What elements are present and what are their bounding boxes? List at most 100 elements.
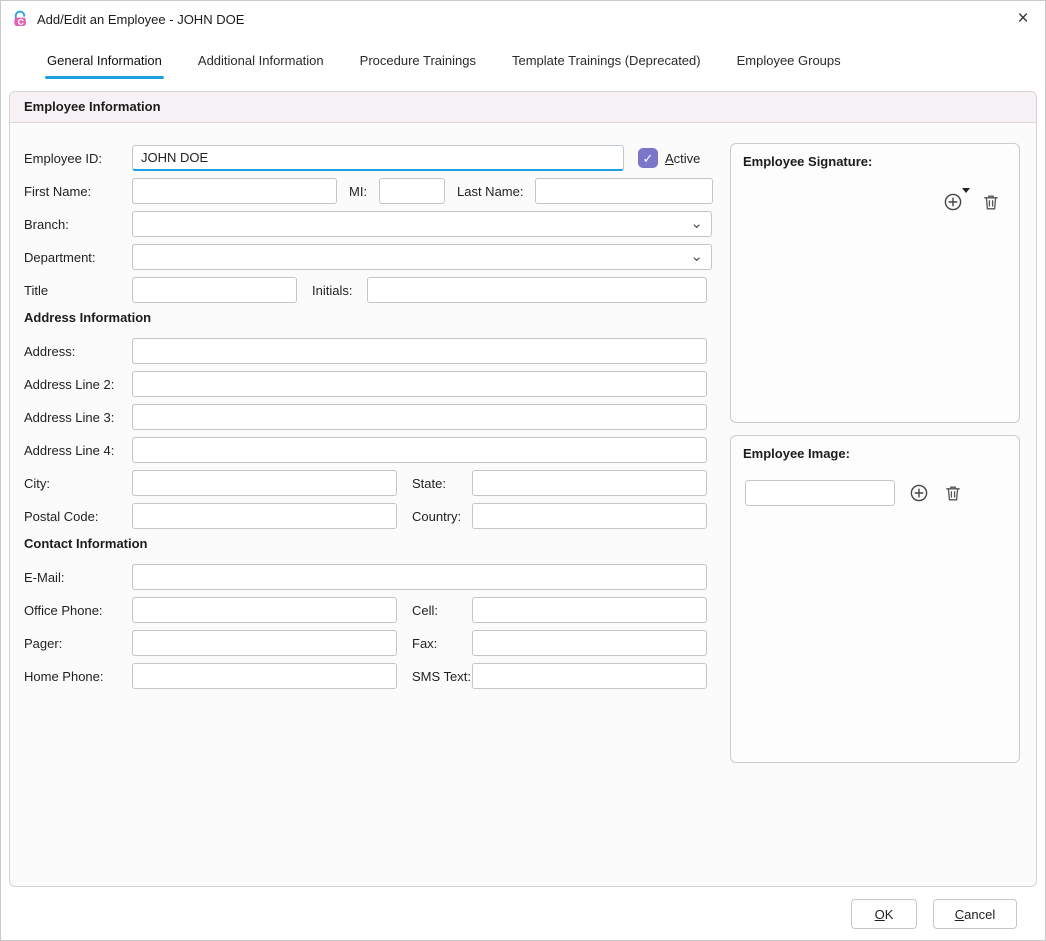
employee-id-row: Employee ID: ✓ Active [24,145,724,171]
department-label: Department: [24,250,132,265]
initials-label: Initials: [312,283,367,298]
address-label: Address: [24,344,132,359]
home-phone-sms-row: Home Phone: SMS Text: [24,663,724,689]
employee-information-header: Employee Information [10,92,1036,123]
address-line-3-row: Address Line 3: [24,404,724,430]
pager-fax-row: Pager: Fax: [24,630,724,656]
state-input[interactable] [472,470,707,496]
sms-text-label: SMS Text: [412,669,472,684]
employee-id-label: Employee ID: [24,151,132,166]
department-input[interactable] [132,244,712,270]
mi-input[interactable] [379,178,445,204]
office-phone-input[interactable] [132,597,397,623]
employee-image-path-input[interactable] [745,480,895,506]
branch-row: Branch: ⌄ [24,211,724,237]
fax-input[interactable] [472,630,707,656]
home-phone-input[interactable] [132,663,397,689]
first-name-input[interactable] [132,178,337,204]
office-phone-label: Office Phone: [24,603,132,618]
cell-label: Cell: [412,603,472,618]
pager-input[interactable] [132,630,397,656]
footer-button-bar: OK Cancel [851,899,1017,929]
country-label: Country: [412,509,472,524]
employee-image-panel: Employee Image: [730,435,1020,763]
address-line-3-input[interactable] [132,404,707,430]
add-image-icon[interactable] [909,483,929,503]
ok-button-label: OK [875,907,894,922]
city-label: City: [24,476,132,491]
state-label: State: [412,476,472,491]
branch-label: Branch: [24,217,132,232]
active-checkbox-label: Active [665,151,700,166]
name-row: First Name: MI: Last Name: [24,178,724,204]
add-signature-dropdown-caret-icon[interactable] [962,188,970,193]
employee-information-groupbox: Employee Information Employee ID: ✓ Acti… [9,91,1037,887]
delete-image-trash-icon[interactable] [943,483,963,503]
city-state-row: City: State: [24,470,724,496]
sms-text-input[interactable] [472,663,707,689]
mi-label: MI: [349,184,379,199]
address-input[interactable] [132,338,707,364]
tab-employee-groups[interactable]: Employee Groups [735,49,843,79]
cancel-button-label: Cancel [955,907,995,922]
add-signature-icon[interactable] [943,192,963,212]
address-information-heading: Address Information [24,310,724,330]
fax-label: Fax: [412,636,472,651]
address-line-2-label: Address Line 2: [24,377,132,392]
app-lock-icon [11,10,29,28]
postal-code-label: Postal Code: [24,509,132,524]
department-row: Department: ⌄ [24,244,724,270]
cancel-button[interactable]: Cancel [933,899,1017,929]
employee-signature-title: Employee Signature: [731,144,1019,169]
country-input[interactable] [472,503,707,529]
image-panel-toolbar [745,480,963,506]
employee-information-body: Employee ID: ✓ Active First Name: MI: [10,123,1036,887]
address-line-4-label: Address Line 4: [24,443,132,458]
tab-procedure-trainings[interactable]: Procedure Trainings [358,49,478,79]
tab-general-information[interactable]: General Information [45,49,164,79]
address-row: Address: [24,338,724,364]
address-line-4-input[interactable] [132,437,707,463]
employee-id-input[interactable] [132,145,624,171]
employee-signature-panel: Employee Signature: [730,143,1020,423]
first-name-label: First Name: [24,184,132,199]
initials-input[interactable] [367,277,707,303]
titlebar: Add/Edit an Employee - JOHN DOE × [1,1,1045,37]
delete-signature-trash-icon[interactable] [981,192,1001,212]
tab-template-trainings-deprecated[interactable]: Template Trainings (Deprecated) [510,49,703,79]
tab-additional-information[interactable]: Additional Information [196,49,326,79]
cell-input[interactable] [472,597,707,623]
email-row: E-Mail: [24,564,724,590]
active-checkbox[interactable]: ✓ [638,148,658,168]
ok-button[interactable]: OK [851,899,917,929]
contact-information-heading: Contact Information [24,536,724,556]
check-icon: ✓ [643,152,654,165]
window-title: Add/Edit an Employee - JOHN DOE [37,12,244,27]
close-icon[interactable]: × [1001,1,1045,37]
address-line-2-row: Address Line 2: [24,371,724,397]
branch-input[interactable] [132,211,712,237]
postal-country-row: Postal Code: Country: [24,503,724,529]
city-input[interactable] [132,470,397,496]
department-combobox[interactable]: ⌄ [132,244,712,270]
signature-panel-toolbar [943,192,1001,212]
address-line-4-row: Address Line 4: [24,437,724,463]
add-edit-employee-dialog: Add/Edit an Employee - JOHN DOE × Genera… [0,0,1046,941]
employee-form: Employee ID: ✓ Active First Name: MI: [24,145,724,696]
last-name-label: Last Name: [457,184,535,199]
title-label: Title [24,283,132,298]
title-input[interactable] [132,277,297,303]
office-phone-cell-row: Office Phone: Cell: [24,597,724,623]
postal-code-input[interactable] [132,503,397,529]
email-input[interactable] [132,564,707,590]
title-initials-row: Title Initials: [24,277,724,303]
branch-combobox[interactable]: ⌄ [132,211,712,237]
tab-bar: General Information Additional Informati… [45,49,843,79]
active-checkbox-group[interactable]: ✓ Active [638,148,700,168]
email-label: E-Mail: [24,570,132,585]
home-phone-label: Home Phone: [24,669,132,684]
last-name-input[interactable] [535,178,713,204]
address-line-2-input[interactable] [132,371,707,397]
employee-image-title: Employee Image: [731,436,1019,461]
address-line-3-label: Address Line 3: [24,410,132,425]
